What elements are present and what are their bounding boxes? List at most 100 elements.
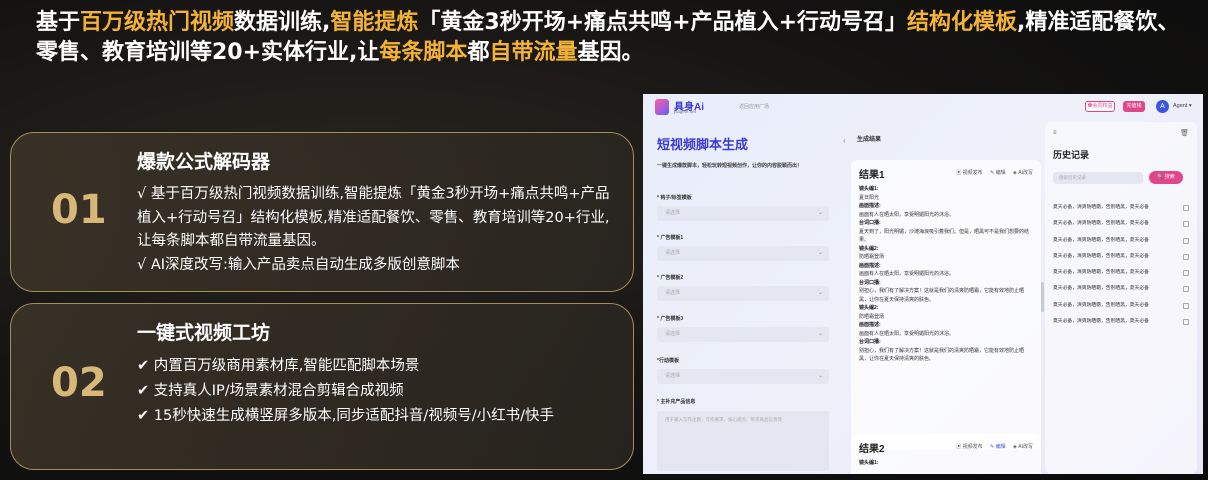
page-description: 一键生成爆款脚本，轻松玩转短视频创作，让你的内容脱颖而出！: [657, 163, 803, 169]
feature-card-2: 02 一键式视频工坊 ✔ 内置百万级商用素材库,智能匹配脚本场景 ✔ 支持真人I…: [10, 303, 634, 470]
headline-text: 基于: [36, 10, 81, 35]
chevron-down-icon: ⌄: [817, 250, 823, 256]
chevron-down-icon: ⌄: [817, 290, 823, 296]
result-line: 夏日阳光: [859, 194, 880, 201]
history-item-label: 夏天必备，清爽防晒霜，告别晒黑，夏天必备: [1053, 237, 1149, 243]
scrollbar[interactable]: [1041, 282, 1044, 312]
ad-template-1-select[interactable]: 请选择 ⌄: [657, 246, 829, 261]
card-line: √ AI深度改写:输入产品卖点自动生成多版创意脚本: [137, 256, 460, 273]
field-label: * 主补充产品信息: [657, 399, 696, 405]
card-body: √ 基于百万级热门视频数据训练,智能提炼「黄金3秒开场+痛点共鸣+产品植入+行动…: [137, 183, 622, 277]
history-item[interactable]: 夏天必备，清爽防晒霜，告别晒黑，夏天必备: [1053, 218, 1191, 234]
app-topbar: 具身Ai jsagent.net · 返回应用广场 ✿会员权益 充值钱 A Ag…: [643, 94, 1203, 120]
result-line: 镜头编1:: [859, 460, 879, 466]
card-body: ✔ 内置百万级商用素材库,智能匹配脚本场景 ✔ 支持真人IP/场景素材混合剪辑合…: [137, 354, 622, 429]
menu-icon[interactable]: ≡: [1053, 130, 1057, 136]
history-item[interactable]: 夏天必备，清爽防晒霜，告别晒黑，夏天必备: [1053, 283, 1191, 299]
trash-icon[interactable]: 🗑: [1180, 129, 1189, 137]
chevron-down-icon: ⌄: [817, 373, 823, 379]
feature-card-1: 01 爆款公式解码器 √ 基于百万级热门视频数据训练,智能提炼「黄金3秒开场+痛…: [10, 132, 634, 292]
result-line: 画面描述:: [859, 322, 881, 328]
publish-video-button[interactable]: ▣ 视频发布: [956, 170, 982, 176]
result-line: 夏天到了，阳光明媚，沙滩海浪吸引着我们。但是，晒黑可不是我们想要的结果。: [859, 228, 1030, 244]
history-item[interactable]: 夏天必备，清爽防晒霜，告别晒黑，夏天必备: [1053, 202, 1191, 218]
chevron-down-icon: ⌄: [817, 210, 823, 216]
member-benefits-button[interactable]: ✿会员权益: [1085, 101, 1115, 112]
headline-text: 基因。: [577, 40, 644, 65]
history-item-label: 夏天必备，清爽防晒霜，告别晒黑，夏天必备: [1053, 253, 1149, 259]
result-line: 画面有人在晒太阳，享受明媚阳光的沐浴。: [859, 211, 955, 218]
app-screenshot: 具身Ai jsagent.net · 返回应用广场 ✿会员权益 充值钱 A Ag…: [643, 94, 1203, 474]
copy-icon[interactable]: [1183, 221, 1189, 228]
card-line: ✔ 内置百万级商用素材库,智能匹配脚本场景: [137, 358, 420, 374]
copy-icon[interactable]: [1183, 286, 1189, 293]
result-line: 镜头编2:: [859, 305, 879, 311]
copy-icon[interactable]: [1183, 205, 1189, 211]
ad-template-3-select[interactable]: 请选择 ⌄: [657, 327, 829, 342]
action-template-select[interactable]: 请选择 ⌄: [657, 369, 829, 384]
search-button[interactable]: 🔍 搜索: [1149, 171, 1183, 184]
card-number: 01: [51, 187, 107, 233]
card-line: √ 基于百万级热门视频数据训练,智能提炼「黄金3秒开场+痛点共鸣+产品植入+行动…: [137, 186, 610, 249]
history-list: 夏天必备，清爽防晒霜，告别晒黑，夏天必备 夏天必备，清爽防晒霜，告别晒黑，夏天必备…: [1053, 202, 1191, 332]
copy-icon[interactable]: [1183, 319, 1189, 326]
logo-subtext: jsagent.net: [674, 109, 697, 114]
result-actions: ▣ 视频发布 ✎ 编辑 ◈ AI改写: [950, 443, 1033, 450]
history-item[interactable]: 夏天必备，清爽防晒霜，告别晒黑，夏天必备: [1053, 267, 1191, 283]
product-info-textarea[interactable]: 用于输入写作主题、写作要求、核心观点、带货商品信息等: [657, 411, 829, 471]
form-panel: 短视频脚本生成 一键生成爆款脚本，轻松玩转短视频创作，让你的内容脱颖而出！ * …: [643, 122, 843, 474]
card-number: 02: [51, 360, 107, 406]
field-label: *行动模板: [657, 358, 679, 364]
ai-rewrite-button[interactable]: ◈ AI改写: [1013, 170, 1033, 176]
copy-icon[interactable]: [1183, 270, 1189, 277]
result-line: 镜头编1:: [859, 186, 879, 192]
edit-button[interactable]: ✎ 编辑: [990, 170, 1006, 176]
user-menu[interactable]: Agent ▾: [1173, 103, 1192, 109]
edit-button[interactable]: ✎ 编辑: [990, 444, 1006, 450]
history-item[interactable]: 夏天必备，清爽防晒霜，告别晒黑，夏天必备: [1053, 235, 1191, 251]
field-label: * 广告模板1: [657, 235, 684, 241]
headline-highlight: 智能提炼: [330, 10, 419, 35]
headline-text: 「黄金3秒开场+痛点共鸣+产品植入+行动号召」: [418, 10, 908, 35]
history-item-label: 夏天必备，清爽防晒霜，告别晒黑，夏天必备: [1053, 302, 1149, 308]
result-line: 画面描述:: [859, 262, 881, 269]
history-item[interactable]: 夏天必备，清爽防晒霜，告别晒黑，夏天必备: [1053, 300, 1191, 316]
result-content: 镜头编1: 夏日阳光画面描述: 画面有人在晒太阳，享受明媚阳光的沐浴。 台词口播: 夏天…: [859, 185, 1033, 364]
result-line: 台词口播:: [859, 339, 881, 345]
results-panel: 生成结果 结果1 ▣ 视频发布 ✎ 编辑 ◈ AI改写 镜头编1: 夏日阳光 画面描…: [851, 122, 1047, 474]
result-line: 防晒霜登场: [859, 254, 885, 260]
logo-icon: [655, 99, 669, 115]
collapse-icon[interactable]: ‹: [843, 136, 846, 145]
copy-icon[interactable]: [1183, 302, 1189, 309]
ad-template-2-select[interactable]: 请选择 ⌄: [657, 286, 829, 301]
headline-highlight: 自带流量: [489, 40, 578, 65]
result-line: 画面描述:: [859, 203, 881, 209]
card-line: ✔ 支持真人IP/场景素材混合剪辑合成视频: [137, 383, 404, 399]
field-label: * 广告模板3: [657, 316, 684, 322]
headline-text: 都: [467, 40, 490, 65]
history-panel: ≡ 🗑 历史记录 搜索历史记录 🔍 搜索 夏天必备，清爽防晒霜，告别晒黑，夏天必…: [1045, 122, 1197, 474]
page-title: 短视频脚本生成: [657, 137, 749, 152]
headline-text: 数据训练,: [234, 10, 331, 35]
history-item[interactable]: 夏天必备，清爽防晒霜，告别晒黑，夏天必备: [1053, 251, 1191, 267]
textarea-placeholder: 用于输入写作主题、写作要求、核心观点、带货商品信息等: [665, 417, 782, 422]
recharge-button[interactable]: 充值钱: [1123, 101, 1145, 112]
field-label: * 广告模板2: [657, 275, 684, 281]
history-item-label: 夏天必备，清爽防晒霜，告别晒黑，夏天必备: [1053, 221, 1149, 227]
select-placeholder: 请选择: [665, 250, 681, 256]
ai-rewrite-button[interactable]: ◈ AI改写: [1013, 444, 1033, 450]
history-item-label: 夏天必备，清爽防晒霜，告别晒黑，夏天必备: [1053, 319, 1149, 325]
select-placeholder: 请选择: [665, 373, 681, 379]
select-placeholder: 请选择: [665, 290, 681, 296]
publish-video-button[interactable]: ▣ 视频发布: [956, 444, 982, 450]
avatar[interactable]: A: [1156, 100, 1169, 113]
copy-icon[interactable]: [1183, 253, 1189, 260]
hook-template-select[interactable]: 请选择 ⌄: [657, 206, 829, 221]
history-item[interactable]: 夏天必备，清爽防晒霜，告别晒黑，夏天必备: [1053, 316, 1191, 332]
copy-icon[interactable]: [1183, 237, 1189, 244]
result-line: 台词口播:: [859, 279, 881, 286]
history-search-input[interactable]: 搜索历史记录: [1053, 172, 1143, 184]
back-link[interactable]: · 返回应用广场: [736, 103, 769, 110]
result-actions: ▣ 视频发布 ✎ 编辑 ◈ AI改写: [950, 169, 1033, 176]
result-line: 防晒霜登场: [859, 313, 885, 320]
